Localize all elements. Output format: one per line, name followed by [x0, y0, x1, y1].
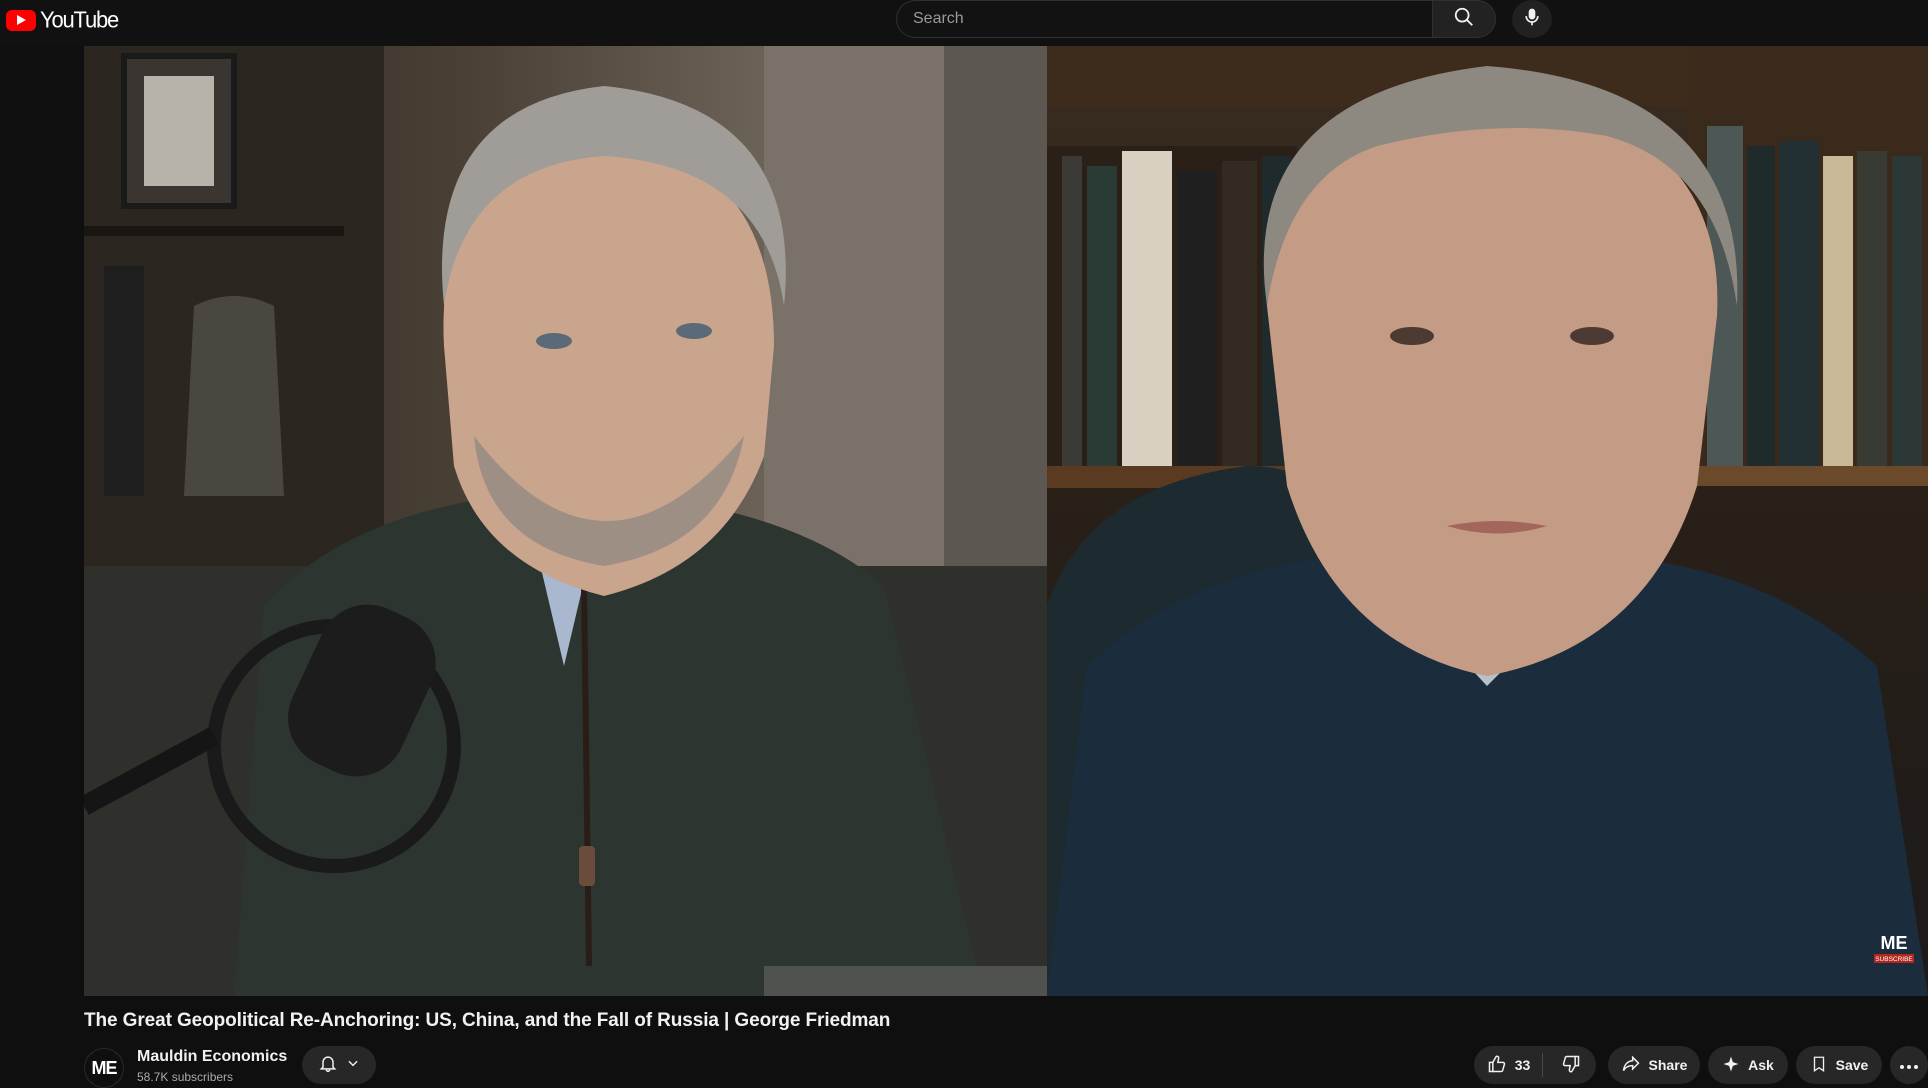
youtube-logo[interactable]: YouTube: [6, 6, 119, 33]
share-icon: [1621, 1054, 1641, 1077]
youtube-logo-icon: [6, 9, 36, 31]
chevron-down-icon: [346, 1056, 360, 1075]
search-icon: [1453, 6, 1475, 33]
watermark-subscribe-text: SUBSCRIBE: [1875, 956, 1913, 963]
subscriber-count: 58.7K subscribers: [137, 1070, 234, 1084]
right-participant-scene: [1047, 46, 1928, 996]
ask-button[interactable]: Ask: [1708, 1046, 1788, 1084]
left-participant-scene: [84, 46, 1047, 996]
logo-text: YouTube: [40, 6, 119, 33]
share-button[interactable]: Share: [1608, 1046, 1700, 1084]
video-left-participant: [84, 46, 1047, 996]
like-button[interactable]: 33: [1477, 1053, 1544, 1077]
channel-watermark[interactable]: ME SUBSCRIBE: [1872, 929, 1916, 970]
search-bar: [896, 0, 1552, 38]
save-button[interactable]: Save: [1796, 1046, 1882, 1084]
like-count: 33: [1514, 1057, 1531, 1073]
channel-name[interactable]: Mauldin Economics: [137, 1048, 287, 1066]
share-label: Share: [1648, 1057, 1688, 1073]
thumbs-up-icon: [1487, 1054, 1507, 1077]
more-actions-button[interactable]: [1890, 1046, 1928, 1084]
notification-subscription-button[interactable]: [302, 1046, 376, 1084]
save-label: Save: [1835, 1057, 1869, 1073]
more-horizontal-icon: [1899, 1057, 1919, 1073]
thumbs-down-icon: [1561, 1054, 1581, 1077]
ask-label: Ask: [1748, 1057, 1774, 1073]
search-button[interactable]: [1432, 0, 1496, 38]
sparkle-icon: [1722, 1055, 1740, 1076]
watermark-logo-text: ME: [1881, 933, 1908, 953]
video-title: The Great Geopolitical Re-Anchoring: US,…: [84, 1010, 891, 1031]
bookmark-icon: [1810, 1054, 1828, 1077]
channel-avatar[interactable]: ME: [84, 1048, 124, 1088]
dislike-button[interactable]: [1551, 1054, 1593, 1077]
video-player[interactable]: ME SUBSCRIBE: [84, 46, 1928, 996]
channel-action-row: ME Mauldin Economics 58.7K subscribers 3…: [84, 1046, 1928, 1088]
like-dislike-group: 33: [1474, 1046, 1596, 1084]
bell-icon: [318, 1053, 338, 1078]
voice-search-button[interactable]: [1512, 0, 1552, 38]
search-input[interactable]: [913, 10, 1432, 28]
search-box: [896, 0, 1432, 38]
video-right-participant: ME SUBSCRIBE: [1047, 46, 1928, 996]
masthead: YouTube: [0, 0, 1928, 46]
microphone-icon: [1522, 6, 1542, 33]
